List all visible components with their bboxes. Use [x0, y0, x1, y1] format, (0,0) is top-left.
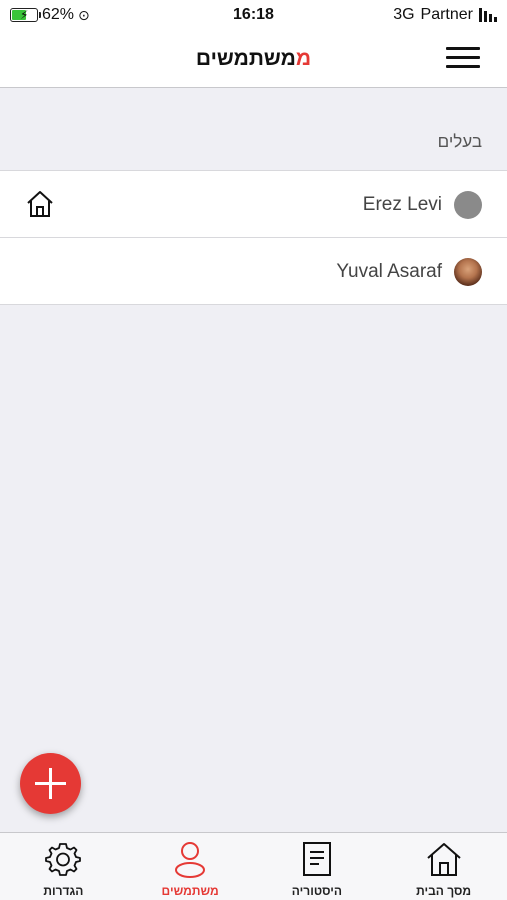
menu-line — [446, 65, 480, 68]
add-user-button[interactable] — [20, 753, 81, 814]
menu-line — [446, 56, 480, 59]
tab-users[interactable]: משתמשים — [127, 833, 254, 900]
tab-history-label: היסטוריה — [291, 884, 342, 898]
tab-settings[interactable]: הגדרות — [0, 833, 127, 900]
app-header: ממשתמשים — [0, 30, 507, 88]
user-icon — [175, 842, 206, 878]
page-title: ממשתמשים — [0, 47, 507, 71]
users-list: Erez Levi Yuval Asaraf — [0, 170, 507, 305]
page-title-accent: מ — [295, 47, 312, 70]
tab-users-label: משתמשים — [161, 884, 219, 898]
carrier-name: Partner — [420, 6, 473, 23]
bottom-tab-bar: הגדרות משתמשים היסטוריה מסך הבית — [0, 832, 507, 900]
signal-icon — [479, 8, 497, 22]
home-icon — [426, 843, 461, 876]
hamburger-menu-button[interactable] — [446, 45, 482, 71]
list-item-user[interactable]: Erez Levi — [0, 171, 507, 238]
status-right: 3G Partner — [393, 6, 497, 24]
document-icon — [302, 842, 331, 876]
home-icon — [27, 191, 53, 217]
list-item-user[interactable]: Yuval Asaraf — [0, 238, 507, 305]
section-label-owners: בעלים — [437, 132, 482, 151]
gear-icon — [45, 843, 82, 876]
page-title-text: משתמשים — [195, 47, 296, 70]
user-name: Erez Levi — [362, 194, 442, 215]
avatar — [454, 191, 482, 219]
tab-settings-label: הגדרות — [43, 884, 84, 898]
user-name: Yuval Asaraf — [336, 261, 442, 282]
network-type: 3G — [393, 6, 415, 23]
tab-home-screen[interactable]: מסך הבית — [380, 833, 507, 900]
tab-history[interactable]: היסטוריה — [254, 833, 381, 900]
status-bar: ⚡ 62% ⊙ 16:18 3G Partner — [0, 0, 507, 30]
menu-line — [446, 47, 480, 50]
avatar — [454, 258, 482, 286]
tab-home-screen-label: מסך הבית — [416, 884, 472, 898]
